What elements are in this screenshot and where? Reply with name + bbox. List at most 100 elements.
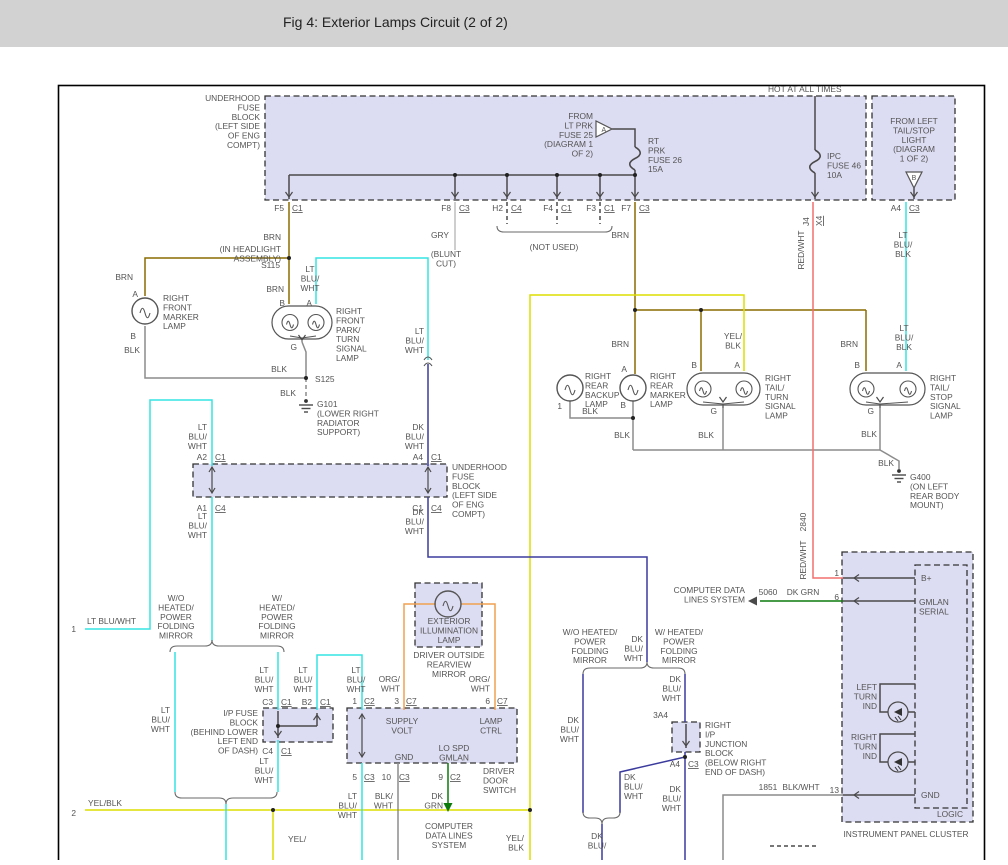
label-133: YEL/BLK (506, 833, 525, 852)
label-83: C7 (497, 696, 508, 706)
right-front-park-turn-symbol-filament (313, 321, 320, 328)
not-used: (NOT USED) (530, 242, 579, 252)
label-94: C3 (399, 772, 410, 782)
label-127: BLK/WHT (782, 782, 819, 792)
label-50: A2 (197, 452, 208, 462)
label-69: C3 (262, 697, 273, 707)
right-tail-turn-symbol-bulb (695, 381, 711, 397)
label-66: LTBLU/WHT (293, 665, 313, 694)
label-136: BLK (582, 406, 598, 416)
right-front-marker-lamp-symbol (132, 298, 158, 324)
g400-label: G400(ON LEFTREAR BODYMOUNT) (910, 472, 960, 510)
right-rear-marker-lamp-symbol-filament (628, 385, 638, 395)
label-119: B+ (921, 573, 932, 583)
label-128: 2840 (798, 512, 808, 531)
redwht-main (813, 202, 843, 578)
label-154: BLK (878, 458, 894, 468)
label-17: C3 (639, 203, 650, 213)
g101-label: G101(LOWER RIGHTRADIATORSUPPORT) (317, 399, 379, 437)
driver-door-switch: DRIVERDOORSWITCH (483, 766, 516, 795)
label-55: C4 (431, 503, 442, 513)
label-105: DKBLU/WHT (662, 674, 682, 703)
label-85: C2 (364, 696, 375, 706)
right-tail-turn-lamp: RIGHTTAIL/TURNSIGNALLAMP (765, 373, 796, 421)
label-30: RED/WHT (796, 230, 806, 269)
label-152: G (867, 406, 874, 416)
right-tail-stop-symbol-filament (863, 388, 870, 395)
right-tail-turn-symbol (687, 373, 760, 405)
label-142: YEL/BLK (724, 331, 743, 350)
label-35: BLK (124, 345, 140, 355)
label-16: F7 (621, 203, 631, 213)
label-14: F3 (586, 203, 596, 213)
right-front-park-turn-symbol-bulb (282, 315, 298, 331)
label-91: 5 (352, 772, 357, 782)
arrowhead-down (877, 397, 884, 402)
label-149: B (854, 360, 860, 370)
junction-dot (555, 173, 559, 177)
label-43: S125 (315, 374, 335, 384)
label-148: BRN (840, 339, 858, 349)
right-front-park-turn: RIGHTFRONTPARK/TURNSIGNALLAMP (336, 306, 367, 363)
label-116: 1 (834, 568, 839, 578)
diagram-ref-b-letter: B (912, 175, 917, 182)
label-112: DKBLU/ (588, 831, 607, 850)
g101-ground-symbol (304, 399, 308, 403)
label-92: C3 (364, 772, 375, 782)
junction-dot (505, 173, 509, 177)
label-143: B (691, 360, 697, 370)
right-tail-stop-symbol (850, 373, 925, 405)
label-131: YEL/BLK (88, 798, 122, 808)
label-75: LTBLU/WHT (254, 756, 274, 785)
label-31: LTBLU/BLK (894, 230, 913, 259)
label-65: LTBLU/WHT (254, 665, 274, 694)
label-109: C3 (688, 759, 699, 769)
wo-mirror-1: W/OHEATED/POWERFOLDINGMIRROR (157, 593, 194, 641)
label-147: BLK (698, 430, 714, 440)
right-front-park-turn-symbol (272, 306, 332, 339)
wire-1-number: 1 (71, 624, 76, 634)
label-7: C1 (292, 203, 303, 213)
label-41: G (290, 342, 297, 352)
arrowhead-down (720, 397, 727, 402)
label-93: 10 (382, 772, 392, 782)
label-150: A (896, 360, 902, 370)
label-27: S115 (261, 260, 280, 270)
label-98: BLK/WHT (374, 791, 394, 810)
label-95: 9 (438, 772, 443, 782)
computer-data-lines-1: COMPUTERDATA LINESSYSTEM (425, 821, 473, 850)
label-117: 6 (834, 592, 839, 602)
blk-park-turn-g (302, 342, 306, 378)
label-141: BLK (614, 430, 630, 440)
label-42: BLK (271, 364, 287, 374)
right-tail-stop-symbol-filament (905, 388, 912, 395)
label-132: YEL/ (288, 834, 307, 844)
label-123: GND (921, 790, 940, 800)
junction-dot (276, 724, 280, 728)
label-106: 3A4 (653, 710, 668, 720)
label-6: F5 (274, 203, 284, 213)
diagram-area: ABUNDERHOODFUSEBLOCK(LEFT SIDEOF ENGCOMP… (0, 0, 1008, 860)
label-87: LAMPCTRL (480, 716, 503, 735)
right-tail-turn-symbol-filament (741, 388, 748, 395)
label-19: X4 (814, 215, 824, 226)
label-156: LTBLU/BLK (895, 323, 914, 352)
label-97: LTBLU/WHT (338, 791, 358, 820)
right-rear-marker-lamp: RIGHTREARMARKERLAMP (650, 371, 686, 409)
ipfb-label: I/P FUSEBLOCK(BEHIND LOWERLEFT ENDOF DAS… (191, 708, 259, 756)
right-rear-backup-lamp-symbol (557, 375, 583, 401)
junction-dot (287, 256, 291, 260)
label-61: LT BLU/WHT (87, 616, 136, 626)
label-21: C3 (909, 203, 920, 213)
wire-2-number: 2 (71, 808, 76, 818)
label-153: BLK (861, 429, 877, 439)
right-tail-stop-lamp: RIGHTTAIL/STOPSIGNALLAMP (930, 373, 961, 421)
computer-data-arrow (748, 597, 757, 606)
ip-fuse-block-box (263, 708, 333, 742)
label-67: LTBLU/WHT (346, 665, 366, 694)
label-124: LOGIC (937, 809, 963, 819)
label-79: ORG/WHT (469, 674, 491, 693)
label-115: DK GRN (787, 587, 820, 597)
label-139: B (620, 400, 626, 410)
label-51: C1 (215, 452, 226, 462)
